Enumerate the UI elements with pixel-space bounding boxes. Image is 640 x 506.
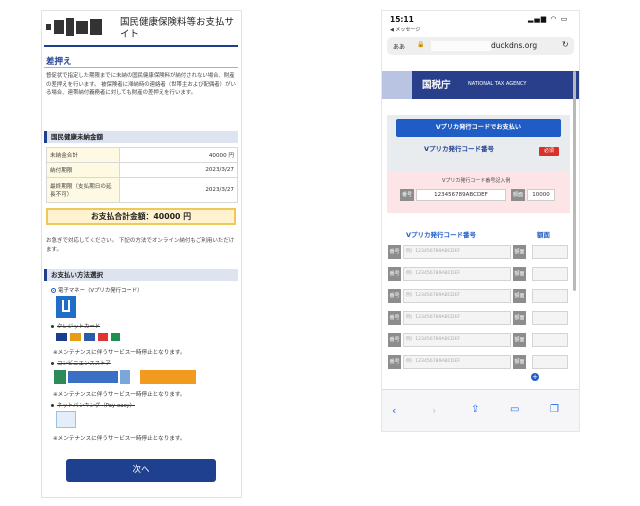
- section-divider: [44, 67, 238, 68]
- row-number-label: 番号: [388, 311, 401, 325]
- vpreca-logo: [56, 296, 76, 318]
- maintenance-note: ※メンテナンスに伴うサービス一時停止となります。: [53, 350, 186, 356]
- vpreca-pay-button[interactable]: Vプリカ発行コードでお支払い: [396, 119, 561, 137]
- back-icon[interactable]: ‹: [392, 404, 396, 417]
- header-pattern: [382, 71, 412, 99]
- table-row: 最終期限（支払期日の延長不可） 2023/3/27: [46, 177, 238, 203]
- example-number-label: 番号: [400, 189, 414, 201]
- option-emoney[interactable]: 電子マネー（Vプリカ発行コード）: [51, 287, 143, 295]
- code-input[interactable]: 例）123456789ABCDEF: [403, 311, 511, 325]
- unpaid-table: 未納金合計 40000 円 納付期限 2023/3/27 最終期限（支払期日の延長不…: [46, 147, 238, 203]
- right-phone-screen: 15:11 ▂▄▆ ◠ ▭ ◀ メッセージ ああ 🔒 duckdns.org ↻…: [381, 10, 580, 432]
- option-credit[interactable]: クレジットカード: [51, 323, 100, 331]
- address-bar[interactable]: ああ 🔒 duckdns.org ↻: [387, 37, 574, 55]
- bullet-icon: [51, 404, 54, 407]
- row-amount-label: 額面: [513, 267, 526, 281]
- row-value: 2023/3/27: [119, 177, 238, 203]
- row-amount-label: 額面: [513, 333, 526, 347]
- bullet-icon: [51, 325, 54, 328]
- payeasy-logo: [56, 411, 76, 428]
- bullet-icon: [51, 362, 54, 365]
- code-input[interactable]: 例）123456789ABCDEF: [403, 355, 511, 369]
- left-phone-screen: 国民健康保険料等お支払サイト 差押え 督促状で指定した期限までに未納の国民健康保…: [41, 10, 242, 498]
- share-icon[interactable]: ⇪: [471, 404, 479, 415]
- option-label: 電子マネー（Vプリカ発行コード）: [58, 288, 143, 294]
- option-net-banking[interactable]: ネットバンキング（Pay-easy）: [51, 402, 135, 410]
- amount-input[interactable]: [532, 355, 568, 369]
- row-number-label: 番号: [388, 289, 401, 303]
- browser-toolbar: ‹ › ⇪ ▭ ❐: [382, 389, 579, 431]
- row-number-label: 番号: [388, 245, 401, 259]
- reader-aa-button[interactable]: ああ: [393, 42, 405, 51]
- bookmarks-icon[interactable]: ▭: [510, 404, 519, 415]
- header-divider: [44, 45, 238, 47]
- seizure-paragraph: 督促状で指定した期限までに未納の国民健康保険料が納付されない場合、財産の差押えを…: [46, 73, 236, 96]
- table-row: 納付期限 2023/3/27: [46, 162, 238, 178]
- row-label: 納付期限: [46, 162, 120, 178]
- row-label: 最終期限（支払期日の延長不可）: [46, 177, 120, 203]
- option-convenience-store[interactable]: コンビニエンスストア: [51, 360, 111, 368]
- code-number-label: Vプリカ発行コード番号: [424, 145, 495, 153]
- status-time: 15:11: [390, 15, 414, 24]
- required-badge: 必須: [539, 147, 559, 156]
- amount-input[interactable]: [532, 267, 568, 281]
- redacted-url-part: [431, 41, 491, 51]
- row-value: 2023/3/27: [119, 162, 238, 178]
- row-amount-label: 額面: [513, 289, 526, 303]
- agency-name-jp: 国税庁: [422, 80, 451, 91]
- code-column-header: Vプリカ発行コード番号: [406, 231, 477, 239]
- row-number-label: 番号: [388, 355, 401, 369]
- row-number-label: 番号: [388, 333, 401, 347]
- status-icons: ▂▄▆ ◠ ▭: [528, 15, 569, 23]
- url-text: duckdns.org: [491, 41, 538, 50]
- total-amount-box: お支払合計金額：40000 円: [46, 208, 236, 225]
- code-input[interactable]: 例）123456789ABCDEF: [403, 289, 511, 303]
- row-amount-label: 額面: [513, 311, 526, 325]
- row-amount-label: 額面: [513, 355, 526, 369]
- amount-input[interactable]: [532, 245, 568, 259]
- unpaid-header: 国民健康未納金額: [44, 131, 238, 143]
- payment-method-header: お支払い方法選択: [44, 269, 238, 281]
- forward-icon[interactable]: ›: [432, 404, 436, 417]
- radio-selected-icon[interactable]: [51, 288, 56, 293]
- row-value: 40000 円: [119, 147, 238, 163]
- code-input[interactable]: 例）123456789ABCDEF: [403, 245, 511, 259]
- table-row: 未納金合計 40000 円: [46, 147, 238, 163]
- example-amount-label: 額面: [511, 189, 525, 201]
- section-title-seizure: 差押え: [46, 57, 72, 67]
- code-input[interactable]: 例）123456789ABCDEF: [403, 267, 511, 281]
- notice-text: お急ぎで対応してください。 下記の方法でオンライン納付もご利用いただけます。: [46, 238, 235, 253]
- amount-input[interactable]: [532, 289, 568, 303]
- site-logo: [46, 18, 102, 36]
- example-amount: 10000: [527, 189, 555, 201]
- store-brand-logos: [54, 369, 204, 385]
- card-brand-logos: [56, 332, 120, 343]
- row-number-label: 番号: [388, 267, 401, 281]
- amount-input[interactable]: [532, 333, 568, 347]
- amount-input[interactable]: [532, 311, 568, 325]
- site-title: 国民健康保険料等お支払サイト: [120, 17, 235, 40]
- row-label: 未納金合計: [46, 147, 120, 163]
- add-row-icon[interactable]: +: [531, 373, 539, 381]
- example-code: 123456789ABCDEF: [416, 189, 506, 201]
- option-label: コンビニエンスストア: [57, 361, 111, 367]
- maintenance-note: ※メンテナンスに伴うサービス一時停止となります。: [53, 392, 186, 398]
- lock-icon: 🔒: [417, 41, 425, 48]
- option-label: クレジットカード: [57, 324, 101, 330]
- option-label: ネットバンキング（Pay-easy）: [57, 403, 135, 409]
- amount-column-header: 額面: [537, 231, 550, 239]
- scrollbar[interactable]: [573, 71, 576, 291]
- maintenance-note: ※メンテナンスに伴うサービス一時停止となります。: [53, 436, 186, 442]
- tabs-icon[interactable]: ❐: [550, 404, 559, 415]
- row-amount-label: 額面: [513, 245, 526, 259]
- reload-icon[interactable]: ↻: [562, 40, 569, 49]
- next-button[interactable]: 次へ: [66, 459, 216, 482]
- agency-name-en: NATIONAL TAX AGENCY: [468, 81, 527, 87]
- back-to-app-link[interactable]: ◀ メッセージ: [390, 26, 420, 33]
- example-title: Vプリカ発行コード番号記入例: [442, 178, 511, 184]
- code-input[interactable]: 例）123456789ABCDEF: [403, 333, 511, 347]
